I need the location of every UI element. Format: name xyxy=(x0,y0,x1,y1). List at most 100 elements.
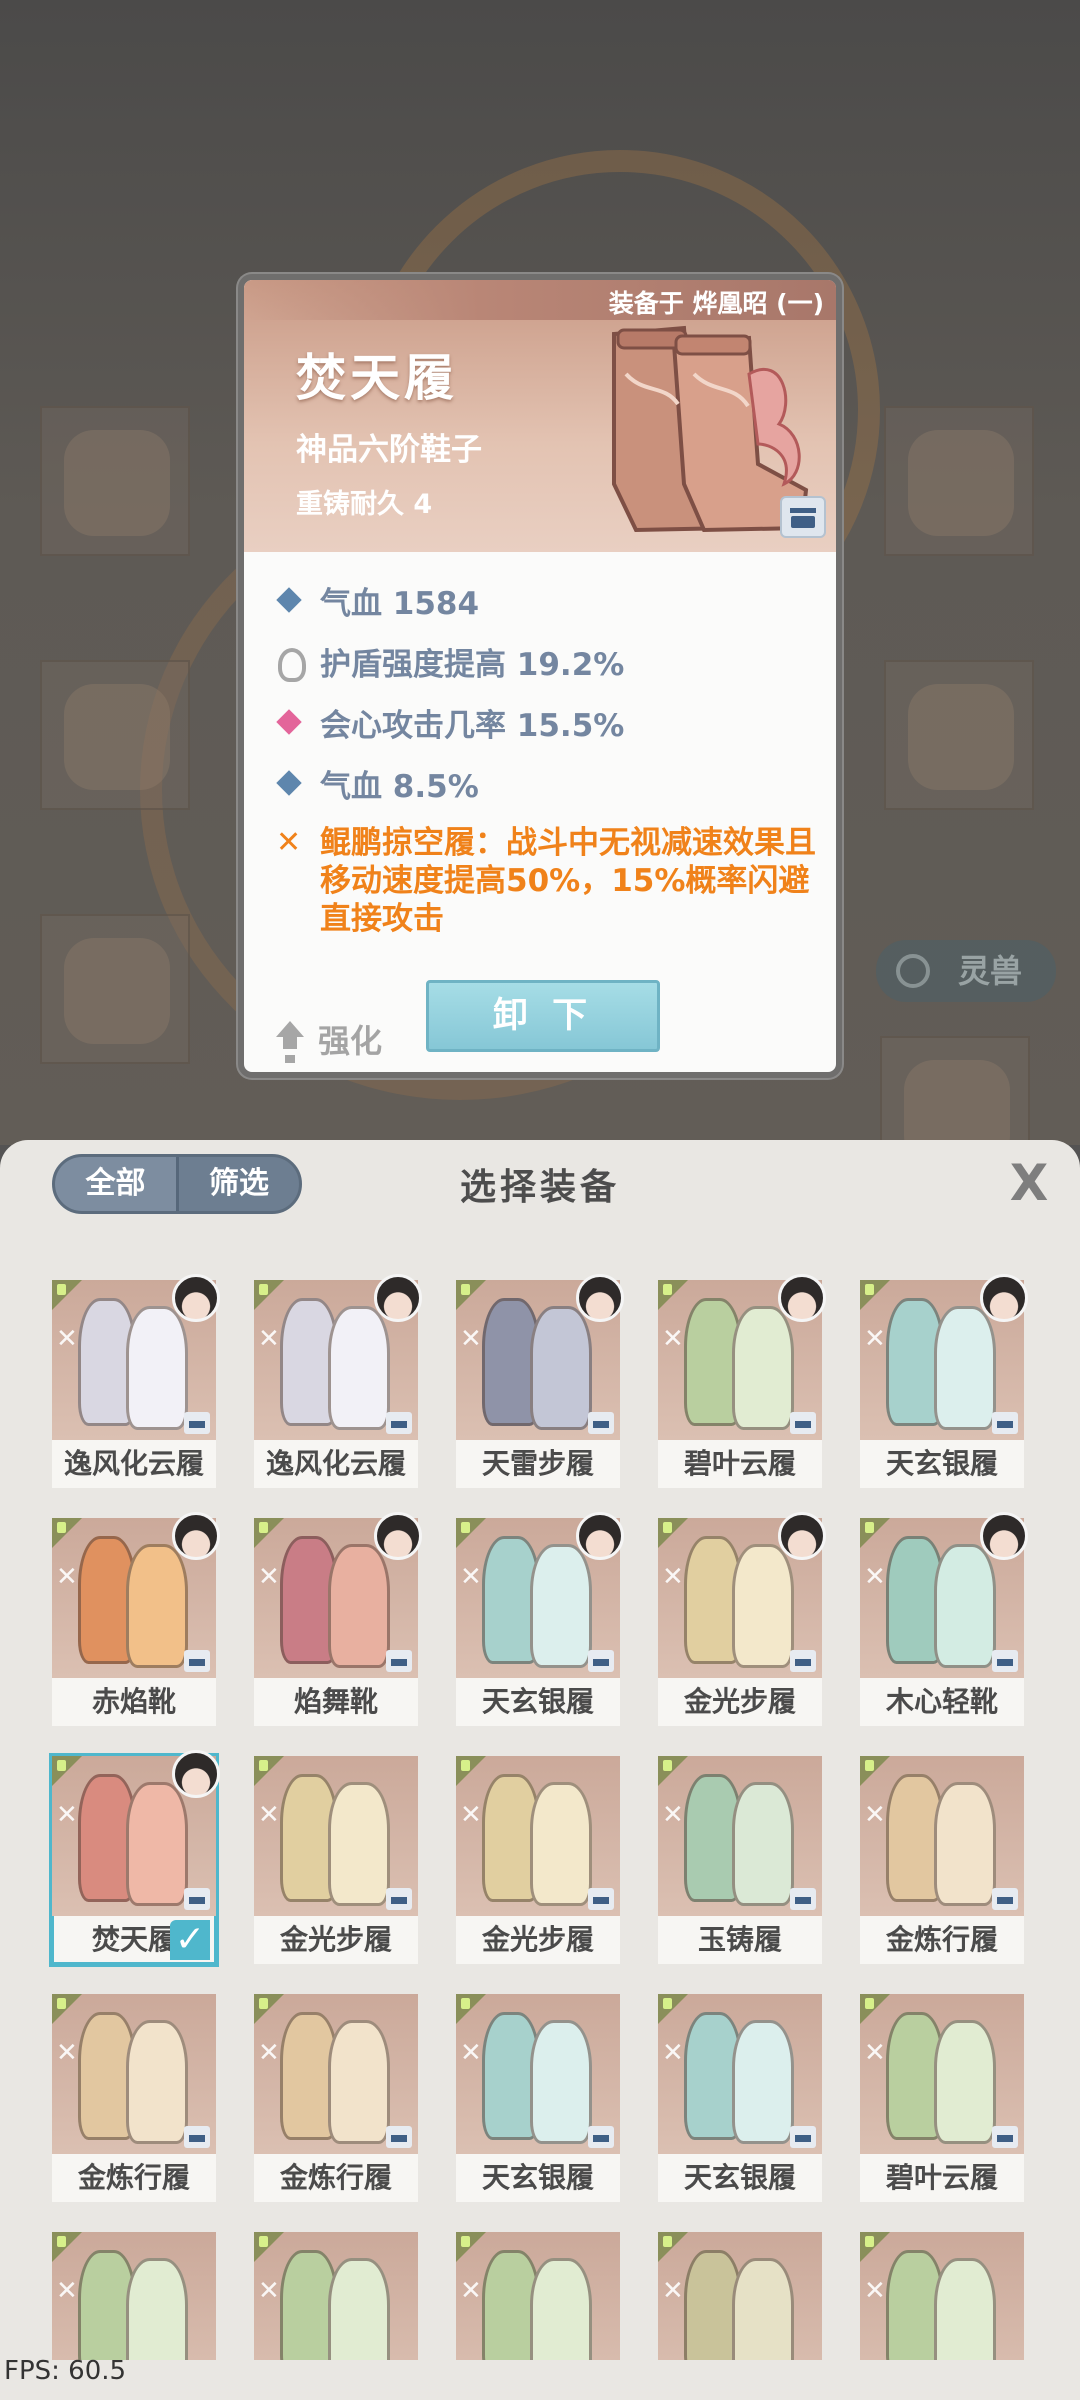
hero-avatar xyxy=(576,1274,624,1322)
stats-list: 气血 1584 护盾强度提高 19.2% 会心攻击几率 15.5% 气血 8.5… xyxy=(272,570,832,938)
equipment-card[interactable]: ✕ 逸风化云履 xyxy=(52,1274,220,1488)
stat-row: 气血 1584 xyxy=(272,570,832,631)
unequip-button[interactable]: 卸 下 xyxy=(426,980,660,1052)
boot-shape xyxy=(530,2258,592,2360)
diamond-icon xyxy=(272,766,308,802)
boot-shape xyxy=(530,1306,592,1430)
panel-title: 选择装备 xyxy=(459,1167,620,1208)
equipment-card[interactable]: ✕ 天玄银履 xyxy=(860,1274,1028,1488)
equipment-card[interactable]: ✕ 天玄银履 xyxy=(456,1994,620,2202)
equipment-name: 赤焰靴 xyxy=(91,1685,176,1718)
equipment-card[interactable]: ✕ 赤焰靴 xyxy=(52,1512,220,1726)
equipment-card[interactable]: ✕ 焚天履 ✓ xyxy=(49,1750,220,1967)
boot-shape xyxy=(934,2020,996,2144)
equipment-card[interactable]: ✕ 金炼行履 xyxy=(254,1994,418,2202)
knot-icon: ✕ xyxy=(56,1562,78,1592)
enhance-button[interactable]: 强化 xyxy=(274,1016,382,1062)
boot-shape xyxy=(530,2020,592,2144)
spirit-beast-icon xyxy=(896,954,930,988)
boot-shape xyxy=(934,1782,996,1906)
equipment-name: 天玄银履 xyxy=(481,1685,594,1718)
hero-avatar xyxy=(172,1512,220,1560)
equip-slot-accessory[interactable] xyxy=(884,660,1034,810)
equipment-card[interactable]: ✕ 金炼行履 xyxy=(52,1994,216,2202)
special-effect: 鲲鹏掠空履：战斗中无视减速效果且移动速度提高50%，15%概率闪避直接攻击 xyxy=(272,824,832,938)
lock-icon xyxy=(992,1888,1018,1910)
knot-icon: ✕ xyxy=(56,2276,78,2306)
knot-icon: ✕ xyxy=(864,2038,886,2068)
equipment-name: 天玄银履 xyxy=(683,2161,796,2194)
knot-icon: ✕ xyxy=(864,1324,886,1354)
stat-text: 气血 1584 xyxy=(320,586,480,622)
equip-slot-weapon[interactable] xyxy=(40,406,190,556)
knot-icon: ✕ xyxy=(460,1324,482,1354)
equipment-name: 天玄银履 xyxy=(885,1447,998,1480)
equip-slot-feet[interactable] xyxy=(40,914,190,1064)
equipment-card[interactable]: ✕ xyxy=(254,2232,418,2360)
equipment-detail-card: 装备于 烨凰昭 (一) 焚天履 神品六阶鞋子 重铸耐久 4 气血 1584 护盾… xyxy=(238,274,842,1078)
equipment-card[interactable]: ✕ 天雷步履 xyxy=(456,1274,624,1488)
detail-header: 装备于 烨凰昭 (一) 焚天履 神品六阶鞋子 重铸耐久 4 xyxy=(244,280,836,552)
lock-icon[interactable] xyxy=(780,496,826,538)
equipment-card[interactable]: ✕ 逸风化云履 xyxy=(254,1274,422,1488)
knot-icon: ✕ xyxy=(56,1800,78,1830)
boot-shape xyxy=(732,1782,794,1906)
lock-icon xyxy=(184,1650,210,1672)
equipment-card[interactable]: ✕ 碧叶云履 xyxy=(658,1274,826,1488)
equipment-name: 金炼行履 xyxy=(885,1923,998,1956)
equipment-name: 木心轻靴 xyxy=(885,1685,998,1718)
equipment-card[interactable]: ✕ 焰舞靴 xyxy=(254,1512,422,1726)
knot-icon: ✕ xyxy=(864,1562,886,1592)
hero-avatar xyxy=(980,1512,1028,1560)
equipment-card[interactable]: ✕ 天玄银履 xyxy=(456,1512,624,1726)
equipment-card[interactable]: ✕ 碧叶云履 xyxy=(860,1994,1024,2202)
equipment-card[interactable]: ✕ xyxy=(456,2232,620,2360)
lock-icon xyxy=(386,1650,412,1672)
equipment-card[interactable]: ✕ 金光步履 xyxy=(456,1756,620,1964)
equipment-card[interactable]: ✕ 金光步履 xyxy=(658,1512,826,1726)
equipment-card[interactable]: ✕ 天玄银履 xyxy=(658,1994,822,2202)
stat-row: 会心攻击几率 15.5% xyxy=(272,692,832,753)
boot-shape xyxy=(732,2020,794,2144)
equip-slot-extra[interactable] xyxy=(880,1036,1030,1145)
boot-shape xyxy=(328,2020,390,2144)
equipment-name: 焰舞靴 xyxy=(293,1685,378,1718)
equipment-name: 逸风化云履 xyxy=(63,1447,204,1480)
knot-icon: ✕ xyxy=(460,1562,482,1592)
equip-slot-armor[interactable] xyxy=(884,406,1034,556)
spirit-beast-button[interactable]: 灵兽 xyxy=(876,940,1056,1002)
equipment-name: 天雷步履 xyxy=(481,1447,594,1480)
lock-icon xyxy=(588,1650,614,1672)
diamond-icon xyxy=(272,705,308,741)
equipment-card[interactable]: ✕ xyxy=(658,2232,822,2360)
boot-shape xyxy=(126,1306,188,1430)
equip-slot-head[interactable] xyxy=(40,660,190,810)
knot-icon: ✕ xyxy=(258,1800,280,1830)
hero-avatar xyxy=(172,1274,220,1322)
equipment-name: 碧叶云履 xyxy=(683,1447,796,1480)
equipment-card[interactable]: ✕ xyxy=(52,2232,216,2360)
boot-shape xyxy=(732,2258,794,2360)
stat-row: 气血 8.5% xyxy=(272,753,832,814)
equipment-card[interactable]: ✕ 玉铸履 xyxy=(658,1756,822,1964)
boot-shape xyxy=(732,1544,794,1668)
equipment-card[interactable]: ✕ 木心轻靴 xyxy=(860,1512,1028,1726)
knot-icon: ✕ xyxy=(460,2276,482,2306)
select-equipment-panel: 全部 筛选 选择装备 X ✕ 逸风化云履 ✕ 逸风化云履 ✕ 天雷步履 ✕ 碧叶云履 ✕ 天玄银履… xyxy=(0,1140,1080,2400)
knot-icon: ✕ xyxy=(56,1324,78,1354)
close-icon[interactable]: X xyxy=(1004,1158,1054,1208)
stat-text: 护盾强度提高 19.2% xyxy=(320,647,625,683)
boot-shape xyxy=(126,1544,188,1668)
knot-icon: ✕ xyxy=(460,1800,482,1830)
equipment-card[interactable]: ✕ 金光步履 xyxy=(254,1756,418,1964)
boot-shape xyxy=(328,1306,390,1430)
knot-icon: ✕ xyxy=(864,2276,886,2306)
lock-icon xyxy=(992,1650,1018,1672)
equipment-card[interactable]: ✕ 金炼行履 xyxy=(860,1756,1024,1964)
boot-shape xyxy=(934,1544,996,1668)
equipment-card[interactable]: ✕ xyxy=(860,2232,1024,2360)
knot-icon: ✕ xyxy=(864,1800,886,1830)
lock-icon xyxy=(790,1888,816,1910)
knot-icon: ✕ xyxy=(662,2276,684,2306)
stat-text: 会心攻击几率 15.5% xyxy=(320,708,625,744)
